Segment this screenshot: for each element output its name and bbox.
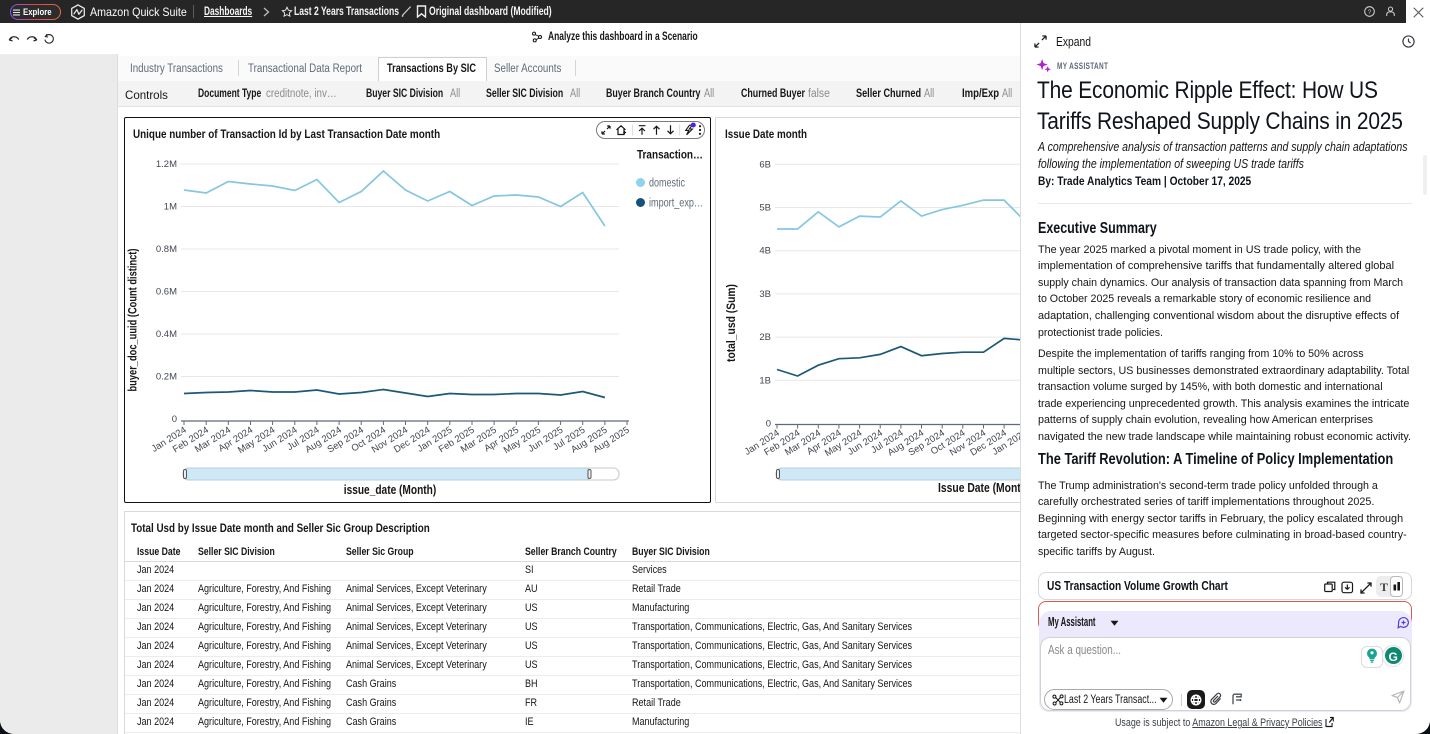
svg-text:0.8M: 0.8M xyxy=(156,244,177,255)
svg-text:0.2M: 0.2M xyxy=(156,372,177,383)
svg-text:6B: 6B xyxy=(759,159,771,170)
svg-text:1.2M: 1.2M xyxy=(156,159,177,170)
svg-text:domestic: domestic xyxy=(649,178,685,190)
svg-text:issue_date (Month): issue_date (Month) xyxy=(344,483,437,497)
svg-text:0.6M: 0.6M xyxy=(156,287,177,298)
svg-text:Transaction…: Transaction… xyxy=(637,148,703,162)
svg-text:4B: 4B xyxy=(759,246,771,257)
svg-text:5B: 5B xyxy=(759,203,771,214)
svg-text:buyer_doc_uuid (Count distinct: buyer_doc_uuid (Count distinct) xyxy=(126,249,140,392)
svg-text:import_exp…: import_exp… xyxy=(649,198,703,210)
svg-text:1B: 1B xyxy=(759,375,771,386)
svg-text:3B: 3B xyxy=(759,289,771,300)
svg-text:total_usd (Sum): total_usd (Sum) xyxy=(724,284,738,362)
svg-text:0.4M: 0.4M xyxy=(156,329,177,340)
svg-text:2B: 2B xyxy=(759,332,771,343)
svg-text:0: 0 xyxy=(172,414,177,425)
svg-text:Issue Date (Month): Issue Date (Month) xyxy=(938,481,1020,495)
svg-text:1M: 1M xyxy=(164,202,177,213)
svg-text:0: 0 xyxy=(766,419,771,430)
svg-text:?: ? xyxy=(1368,9,1372,16)
